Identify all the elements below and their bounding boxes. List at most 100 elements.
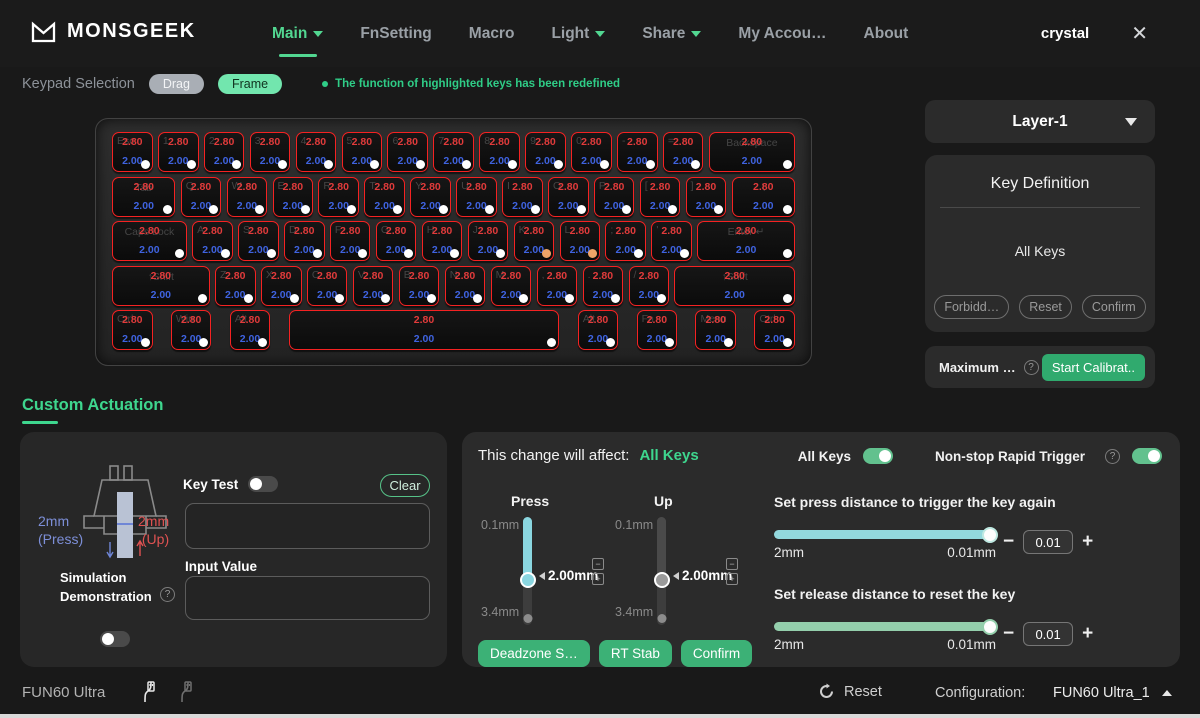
keyboard-key-f[interactable]: F2.802.00 [330, 221, 371, 261]
configuration-selector[interactable]: FUN60 Ultra_1 [1053, 685, 1172, 701]
drag-mode-button[interactable]: Drag [149, 74, 204, 94]
keyboard-key-x[interactable]: X2.802.00 [261, 266, 302, 306]
keyboard-key-n[interactable]: N2.802.00 [445, 266, 486, 306]
keyboard-key-sym[interactable]: ;2.802.00 [605, 221, 646, 261]
keyboard-key-b[interactable]: B2.802.00 [399, 266, 440, 306]
keyboard-key-s[interactable]: S2.802.00 [238, 221, 279, 261]
keyboard-key-capslock[interactable]: Caps Lock2.802.00 [112, 221, 187, 261]
all-keys-toggle[interactable] [863, 448, 893, 464]
keyboard-key-r[interactable]: R2.802.00 [318, 177, 359, 217]
keyboard-key-v[interactable]: V2.802.00 [353, 266, 394, 306]
keyboard-key-sym[interactable]: /2.802.00 [629, 266, 670, 306]
key-test-output[interactable] [185, 503, 430, 549]
keyboard-key-q[interactable]: Q2.802.00 [181, 177, 222, 217]
start-calibration-button[interactable]: Start Calibrat.. [1042, 354, 1145, 381]
keyboard-key-w[interactable]: W2.802.00 [227, 177, 268, 217]
nav-item-main[interactable]: Main [272, 25, 323, 43]
keyboard-key-i[interactable]: I2.802.00 [502, 177, 543, 217]
keyboard-key-0[interactable]: 02.802.00 [571, 132, 612, 172]
keyboard-key-d[interactable]: D2.802.00 [284, 221, 325, 261]
nav-item-my-account[interactable]: My Accou… [738, 25, 826, 43]
keyboard-key-k[interactable]: K2.802.00 [514, 221, 555, 261]
keyboard-key-sym[interactable]: ]2.802.00 [686, 177, 727, 217]
keyboard-key-space[interactable]: 2.802.00 [289, 310, 560, 350]
keyboard-key-backspace[interactable]: Backspace2.802.00 [709, 132, 795, 172]
press-distance-handle[interactable] [982, 527, 998, 543]
keyboard-key-8[interactable]: 82.802.00 [479, 132, 520, 172]
keyboard-key-u[interactable]: U2.802.00 [456, 177, 497, 217]
keyboard-key-fn[interactable]: Fn2.802.00 [637, 310, 678, 350]
help-icon[interactable]: ? [1024, 360, 1039, 375]
rt-stab-button[interactable]: RT Stab [599, 640, 672, 667]
press-distance-slider[interactable] [774, 530, 996, 539]
release-distance-slider[interactable] [774, 622, 996, 631]
nav-item-about[interactable]: About [864, 25, 909, 43]
press-step-minus-icon[interactable]: − [592, 558, 604, 570]
reset-configuration-button[interactable]: Reset [818, 683, 882, 700]
keyboard-key-4[interactable]: 42.802.00 [296, 132, 337, 172]
frame-mode-button[interactable]: Frame [218, 74, 282, 94]
release-distance-handle[interactable] [982, 619, 998, 635]
up-slider[interactable] [657, 517, 666, 625]
press-step-plus-icon[interactable]: + [592, 573, 604, 585]
keyboard-key-sym[interactable]: .2.802.00 [583, 266, 624, 306]
nav-item-fnsetting[interactable]: FnSetting [360, 25, 431, 43]
deadzone-settings-button[interactable]: Deadzone S… [478, 640, 590, 667]
confirm-keys-button[interactable]: Confirm [1082, 295, 1146, 319]
simulation-demo-toggle[interactable] [100, 631, 130, 647]
up-slider-handle[interactable] [654, 572, 670, 588]
keyboard-key-sym[interactable]: '2.802.00 [651, 221, 692, 261]
keyboard-key-sym[interactable]: -2.802.00 [617, 132, 658, 172]
keyboard-key-9[interactable]: 92.802.00 [525, 132, 566, 172]
release-distance-minus-icon[interactable]: − [1003, 623, 1014, 645]
help-icon[interactable]: ? [1105, 449, 1120, 464]
key-test-toggle[interactable] [248, 476, 278, 492]
rapid-trigger-toggle[interactable] [1132, 448, 1162, 464]
keyboard-key-shift[interactable]: ↑Shift2.802.00 [674, 266, 794, 306]
reset-keys-button[interactable]: Reset [1019, 295, 1072, 319]
keyboard-key-sym[interactable]: \2.802.00 [732, 177, 795, 217]
nav-item-light[interactable]: Light [551, 25, 605, 43]
press-distance-plus-icon[interactable]: + [1082, 531, 1093, 553]
press-distance-input[interactable] [1023, 530, 1073, 554]
forbidden-button[interactable]: Forbidd… [934, 295, 1009, 319]
keyboard-key-1[interactable]: 12.802.00 [158, 132, 199, 172]
keyboard-key-sym[interactable]: [2.802.00 [640, 177, 681, 217]
keyboard-key-5[interactable]: 52.802.00 [342, 132, 383, 172]
keyboard-key-a[interactable]: A2.802.00 [192, 221, 233, 261]
nav-item-share[interactable]: Share [642, 25, 701, 43]
keyboard-key-o[interactable]: O2.802.00 [548, 177, 589, 217]
keyboard-key-j[interactable]: J2.802.00 [468, 221, 509, 261]
keyboard-key-g[interactable]: G2.802.00 [376, 221, 417, 261]
keyboard-key-win[interactable]: Win2.802.00 [171, 310, 212, 350]
keyboard-key-ctrl[interactable]: Ctrl2.802.00 [112, 310, 153, 350]
keyboard-key-sym[interactable]: =2.802.00 [663, 132, 704, 172]
keyboard-key-shift[interactable]: ↑Shift2.802.00 [112, 266, 210, 306]
keyboard-key-m[interactable]: M2.802.00 [491, 266, 532, 306]
keyboard-key-p[interactable]: P2.802.00 [594, 177, 635, 217]
keyboard-key-enter[interactable]: Enter ↵2.802.00 [697, 221, 795, 261]
close-icon[interactable]: ✕ [1131, 21, 1148, 46]
press-slider-handle[interactable] [520, 572, 536, 588]
help-icon[interactable]: ? [160, 587, 175, 602]
keyboard-key-t[interactable]: T2.802.00 [364, 177, 405, 217]
keyboard-key-l[interactable]: L2.802.00 [560, 221, 601, 261]
press-slider[interactable] [523, 517, 532, 625]
input-value-field[interactable] [185, 576, 430, 620]
keyboard-key-menu[interactable]: Menu2.802.00 [695, 310, 736, 350]
keyboard-key-esc[interactable]: Esc2.802.00 [112, 132, 153, 172]
press-distance-minus-icon[interactable]: − [1003, 531, 1014, 553]
keyboard-key-y[interactable]: Y2.802.00 [410, 177, 451, 217]
clear-button[interactable]: Clear [380, 474, 430, 497]
keyboard-key-h[interactable]: H2.802.00 [422, 221, 463, 261]
keyboard-key-7[interactable]: 72.802.00 [433, 132, 474, 172]
up-step-plus-icon[interactable]: + [726, 573, 738, 585]
up-step-minus-icon[interactable]: − [726, 558, 738, 570]
keyboard-key-z[interactable]: Z2.802.00 [215, 266, 256, 306]
keyboard-key-alt[interactable]: Alt2.802.00 [230, 310, 271, 350]
confirm-actuation-button[interactable]: Confirm [681, 640, 752, 667]
keyboard-key-2[interactable]: 22.802.00 [204, 132, 245, 172]
keyboard-key-c[interactable]: C2.802.00 [307, 266, 348, 306]
keyboard-key-3[interactable]: 32.802.00 [250, 132, 291, 172]
layer-dropdown[interactable]: Layer-1 [925, 100, 1155, 143]
